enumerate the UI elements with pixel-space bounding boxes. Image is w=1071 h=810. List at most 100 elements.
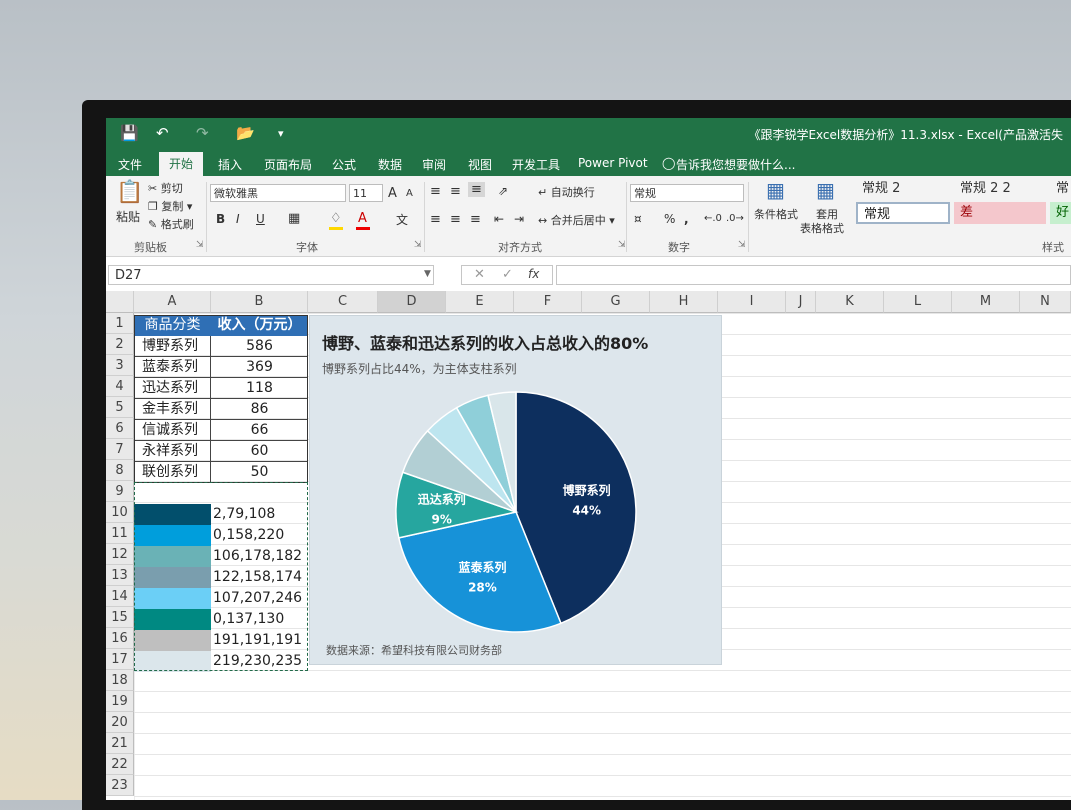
- table-cell-revenue[interactable]: 586: [211, 336, 308, 357]
- column-header-a[interactable]: A: [134, 291, 211, 313]
- color-swatch-cell[interactable]: [134, 630, 211, 651]
- row-header[interactable]: 15: [106, 607, 134, 628]
- underline-button[interactable]: U: [256, 212, 265, 226]
- insert-function-icon[interactable]: fx: [528, 267, 539, 281]
- conditional-format-button[interactable]: 条件格式: [754, 206, 798, 222]
- header-cell-revenue[interactable]: 收入（万元）: [211, 315, 308, 336]
- column-header-c[interactable]: C: [308, 291, 378, 313]
- format-painter-button[interactable]: ✎ 格式刷: [148, 216, 194, 232]
- rgb-value-cell[interactable]: 191,191,191: [213, 630, 308, 651]
- row-header[interactable]: 10: [106, 502, 134, 523]
- color-swatch-cell[interactable]: [134, 525, 211, 546]
- name-box-dropdown-icon[interactable]: ▼: [424, 269, 431, 279]
- font-name-select[interactable]: 微软雅黑: [210, 184, 346, 202]
- orientation-icon[interactable]: ⇗: [498, 184, 508, 198]
- align-left-icon[interactable]: ≡: [430, 212, 441, 227]
- tab-data[interactable]: 数据: [378, 156, 402, 173]
- table-cell-revenue[interactable]: 66: [211, 420, 308, 441]
- style-normal-partial[interactable]: 常: [1050, 178, 1071, 200]
- align-middle-icon[interactable]: ≡: [450, 184, 461, 199]
- table-cell-category[interactable]: 博野系列: [134, 336, 211, 357]
- table-cell-category[interactable]: 金丰系列: [134, 399, 211, 420]
- row-header[interactable]: 4: [106, 376, 134, 397]
- row-header[interactable]: 1: [106, 313, 134, 334]
- row-header[interactable]: 12: [106, 544, 134, 565]
- row-header[interactable]: 7: [106, 439, 134, 460]
- row-header[interactable]: 9: [106, 481, 134, 502]
- rgb-value-cell[interactable]: 106,178,182: [213, 546, 308, 567]
- tab-view[interactable]: 视图: [468, 156, 492, 173]
- color-swatch-cell[interactable]: [134, 588, 211, 609]
- column-header-d[interactable]: D: [378, 291, 446, 313]
- tab-home[interactable]: 开始: [159, 152, 204, 176]
- enter-icon[interactable]: ✓: [502, 267, 513, 282]
- save-icon[interactable]: 💾: [120, 124, 139, 142]
- table-cell-category[interactable]: 信诚系列: [134, 420, 211, 441]
- format-as-table-button-line2[interactable]: 表格格式: [800, 220, 844, 236]
- table-cell-revenue[interactable]: 50: [211, 462, 308, 483]
- row-header[interactable]: 14: [106, 586, 134, 607]
- rgb-value-cell[interactable]: 107,207,246: [213, 588, 308, 609]
- phonetic-icon[interactable]: 文: [396, 211, 408, 228]
- row-header[interactable]: 21: [106, 733, 134, 754]
- redo-icon[interactable]: ↷: [196, 124, 209, 142]
- table-cell-revenue[interactable]: 60: [211, 441, 308, 462]
- color-swatch-cell[interactable]: [134, 504, 211, 525]
- color-swatch-cell[interactable]: [134, 546, 211, 567]
- row-header[interactable]: 8: [106, 460, 134, 481]
- align-center-icon[interactable]: ≡: [450, 212, 461, 227]
- row-header[interactable]: 13: [106, 565, 134, 586]
- undo-icon[interactable]: ↶: [156, 124, 169, 142]
- cancel-icon[interactable]: ✕: [474, 267, 485, 282]
- color-swatch-cell[interactable]: [134, 567, 211, 588]
- table-cell-revenue[interactable]: 86: [211, 399, 308, 420]
- column-header-i[interactable]: I: [718, 291, 786, 313]
- font-size-select[interactable]: 11: [349, 184, 383, 202]
- customize-qat-icon[interactable]: ▾: [278, 127, 284, 140]
- tab-page-layout[interactable]: 页面布局: [264, 156, 312, 173]
- tab-file[interactable]: 文件: [118, 156, 142, 173]
- cut-button[interactable]: ✂ 剪切: [148, 180, 183, 196]
- row-header[interactable]: 11: [106, 523, 134, 544]
- color-swatch-cell[interactable]: [134, 651, 211, 672]
- open-icon[interactable]: 📂: [236, 124, 255, 142]
- decrease-decimal-icon[interactable]: .0→: [726, 213, 744, 224]
- column-header-e[interactable]: E: [446, 291, 514, 313]
- column-header-f[interactable]: F: [514, 291, 582, 313]
- tab-review[interactable]: 审阅: [422, 156, 446, 173]
- style-normal-2-2[interactable]: 常规 2 2: [954, 178, 1050, 200]
- column-header-b[interactable]: B: [211, 291, 308, 313]
- header-cell-category[interactable]: 商品分类: [134, 315, 211, 336]
- table-cell-category[interactable]: 联创系列: [134, 462, 211, 483]
- number-format-select[interactable]: 常规: [630, 184, 744, 202]
- rgb-value-cell[interactable]: 122,158,174: [213, 567, 308, 588]
- formula-input[interactable]: [556, 265, 1071, 285]
- tab-developer[interactable]: 开发工具: [512, 156, 560, 173]
- percent-button[interactable]: %: [664, 212, 675, 226]
- bold-button[interactable]: B: [216, 212, 225, 226]
- tab-power-pivot[interactable]: Power Pivot: [578, 156, 648, 170]
- table-cell-category[interactable]: 蓝泰系列: [134, 357, 211, 378]
- decrease-indent-icon[interactable]: ⇤: [494, 212, 504, 226]
- style-normal-2[interactable]: 常规 2: [856, 178, 952, 200]
- rgb-value-cell[interactable]: 219,230,235: [213, 651, 308, 672]
- italic-button[interactable]: I: [236, 212, 240, 226]
- align-right-icon[interactable]: ≡: [470, 212, 481, 227]
- pie-chart[interactable]: 博野、蓝泰和迅达系列的收入占总收入的80% 博野系列占比44%，为主体支柱系列 …: [309, 315, 722, 665]
- column-header-g[interactable]: G: [582, 291, 650, 313]
- tab-formulas[interactable]: 公式: [332, 156, 356, 173]
- table-cell-category[interactable]: 迅达系列: [134, 378, 211, 399]
- row-header[interactable]: 20: [106, 712, 134, 733]
- column-header-h[interactable]: H: [650, 291, 718, 313]
- style-bad[interactable]: 差: [954, 202, 1046, 224]
- row-header[interactable]: 16: [106, 628, 134, 649]
- grow-font-button[interactable]: A: [388, 186, 397, 201]
- row-header[interactable]: 17: [106, 649, 134, 670]
- shrink-font-button[interactable]: A: [406, 188, 413, 199]
- column-header-l[interactable]: L: [884, 291, 952, 313]
- table-cell-revenue[interactable]: 369: [211, 357, 308, 378]
- row-header[interactable]: 23: [106, 775, 134, 796]
- table-cell-category[interactable]: 永祥系列: [134, 441, 211, 462]
- currency-icon[interactable]: ¤: [634, 212, 642, 226]
- row-header[interactable]: 2: [106, 334, 134, 355]
